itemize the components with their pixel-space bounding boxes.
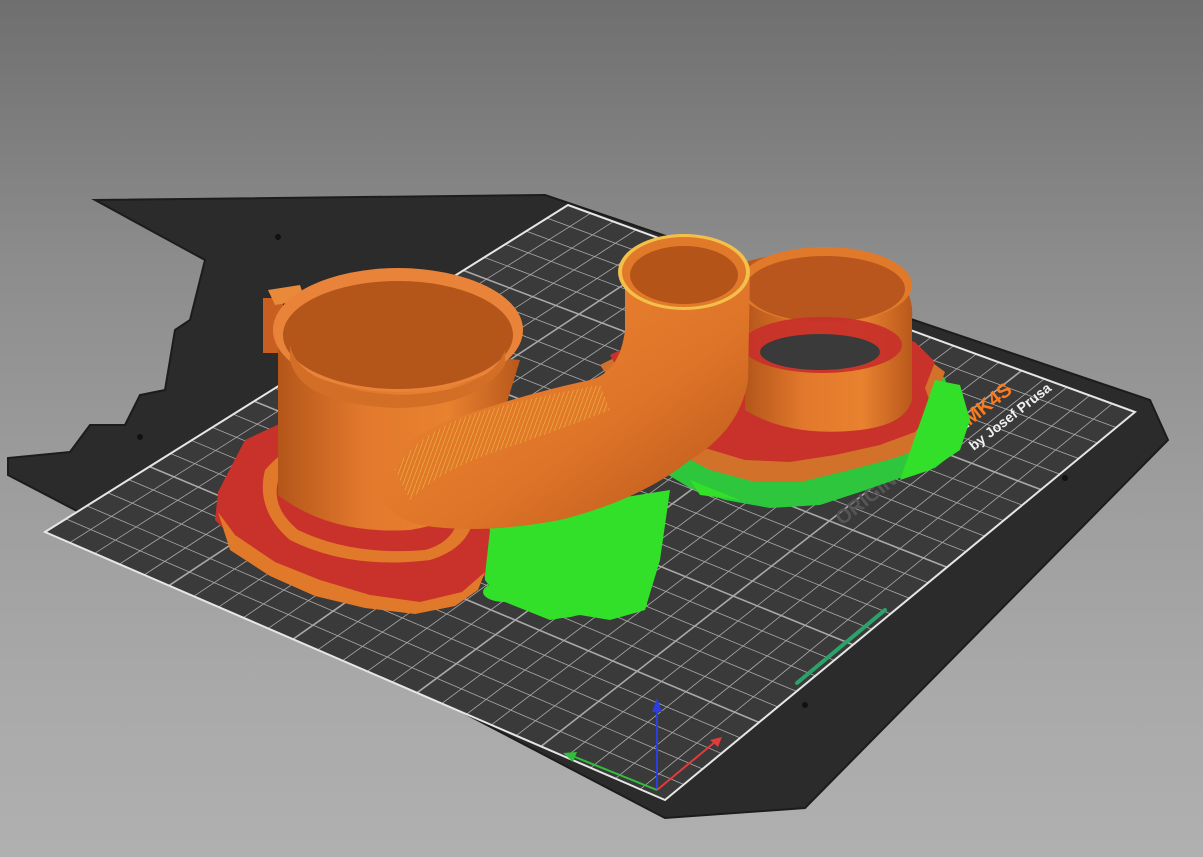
3d-viewport[interactable]: ORIGIN SA MK4S by Josef Prusa: [0, 0, 1203, 857]
right-ring: [738, 247, 913, 432]
scene-canvas: ORIGIN SA MK4S by Josef Prusa: [7, 193, 1170, 820]
